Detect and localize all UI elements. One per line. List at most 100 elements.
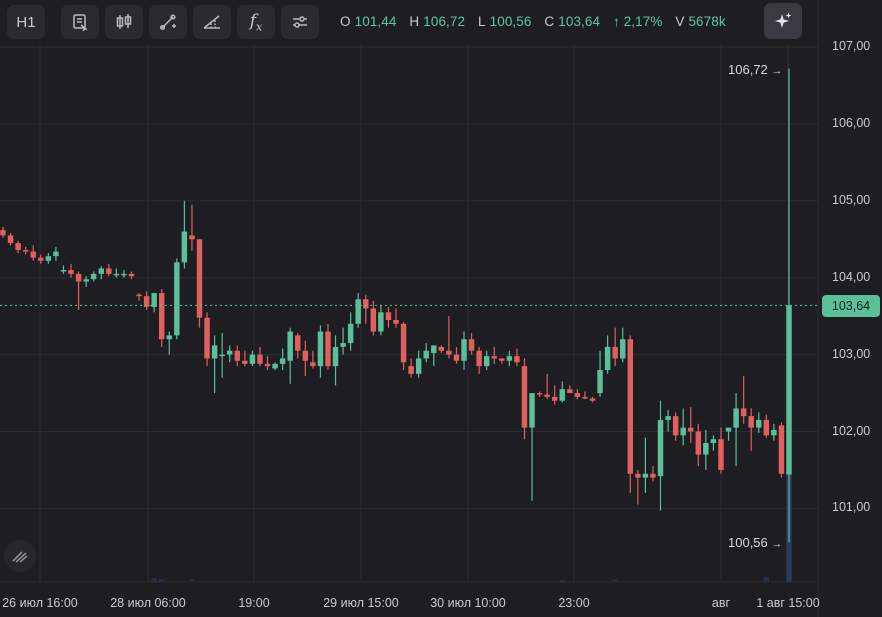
candle-body xyxy=(506,356,513,361)
candle xyxy=(612,327,618,367)
candle xyxy=(461,331,467,370)
candle xyxy=(597,350,603,397)
candle xyxy=(725,427,732,441)
candle-body xyxy=(264,363,271,367)
candle xyxy=(476,346,482,374)
candle-body xyxy=(53,251,59,257)
candle xyxy=(166,331,172,355)
candle-body xyxy=(665,416,671,420)
candle xyxy=(257,346,263,367)
candle-body xyxy=(113,273,120,276)
candle-body xyxy=(620,339,626,359)
candle-body xyxy=(657,419,664,477)
low-marker-value: 100,56 xyxy=(728,535,768,550)
candle xyxy=(279,348,286,370)
candle-body xyxy=(295,335,301,351)
candle-body xyxy=(68,270,74,274)
candle xyxy=(544,373,550,400)
candle xyxy=(310,350,316,369)
candle-body xyxy=(559,389,565,401)
candle xyxy=(582,391,588,400)
candle xyxy=(763,414,770,438)
candle-body xyxy=(38,257,44,261)
candle xyxy=(363,294,369,324)
candle-body xyxy=(22,250,29,252)
candle xyxy=(423,343,429,363)
candle-body xyxy=(567,389,573,394)
candle-body xyxy=(257,354,263,364)
candle-body xyxy=(461,339,467,361)
candle xyxy=(211,335,218,394)
candle-body xyxy=(483,356,490,367)
x-tick-label: 29 июл 15:00 xyxy=(323,596,399,610)
volume-bar xyxy=(158,579,165,582)
candle-body xyxy=(695,431,702,455)
candle xyxy=(778,422,785,478)
volume-bar xyxy=(559,580,565,582)
x-tick-label: 1 авг 15:00 xyxy=(756,596,820,610)
candle xyxy=(521,358,528,440)
candle-body xyxy=(234,350,241,361)
x-tick-label: 30 июл 10:00 xyxy=(430,596,506,610)
candle xyxy=(181,200,188,269)
candle xyxy=(400,322,407,370)
candle xyxy=(106,263,112,277)
candle-body xyxy=(136,294,142,297)
y-tick-label: 102,00 xyxy=(832,423,871,438)
candle-body xyxy=(438,346,445,351)
candle-body xyxy=(468,339,475,351)
candle-body xyxy=(680,427,686,436)
volume-bar xyxy=(189,579,195,582)
candle-body xyxy=(491,356,497,359)
candle-body xyxy=(582,396,588,399)
candle xyxy=(733,393,739,467)
candle-body xyxy=(128,273,135,277)
volume-bar xyxy=(151,578,157,582)
candle-body xyxy=(725,427,732,432)
candle xyxy=(121,270,127,278)
candle xyxy=(604,335,611,374)
candle xyxy=(740,376,747,424)
candle xyxy=(264,356,271,370)
candle-body xyxy=(45,256,52,261)
candle xyxy=(347,312,354,351)
candle xyxy=(536,391,543,397)
candle xyxy=(45,253,52,264)
candle-body xyxy=(612,346,618,359)
candle-body xyxy=(317,331,324,367)
candle xyxy=(22,246,29,255)
candle-body xyxy=(385,312,392,320)
candle-body xyxy=(446,350,452,355)
volume-bar xyxy=(763,577,770,582)
candle-body xyxy=(778,425,785,474)
candle-body xyxy=(763,419,770,436)
y-tick-label: 105,00 xyxy=(832,192,871,207)
x-tick-label: 26 июл 16:00 xyxy=(2,596,78,610)
candle-body xyxy=(756,419,762,428)
candle xyxy=(393,308,399,328)
candle xyxy=(75,271,82,310)
candle-body xyxy=(740,408,747,417)
candle-body xyxy=(423,350,429,359)
y-tick-label: 104,00 xyxy=(832,269,871,284)
candle-body xyxy=(378,312,384,332)
candle-body xyxy=(476,350,482,367)
candle-body xyxy=(7,235,14,244)
candlestick-chart[interactable] xyxy=(0,0,882,617)
high-marker-value: 106,72 xyxy=(728,62,768,77)
y-tick-label: 103,00 xyxy=(832,346,871,361)
candle-body xyxy=(30,251,36,258)
candle xyxy=(635,469,641,505)
candle-body xyxy=(90,273,97,280)
volume-bars xyxy=(151,472,792,582)
candle xyxy=(567,385,573,394)
candle-body xyxy=(718,439,724,470)
candle xyxy=(325,323,331,370)
candle xyxy=(756,412,762,434)
candle-body xyxy=(514,356,520,363)
logo-watermark-icon xyxy=(4,540,36,572)
candle-body xyxy=(151,293,157,307)
candle xyxy=(174,258,180,340)
candle-body xyxy=(340,343,346,347)
candle-body xyxy=(431,345,437,354)
